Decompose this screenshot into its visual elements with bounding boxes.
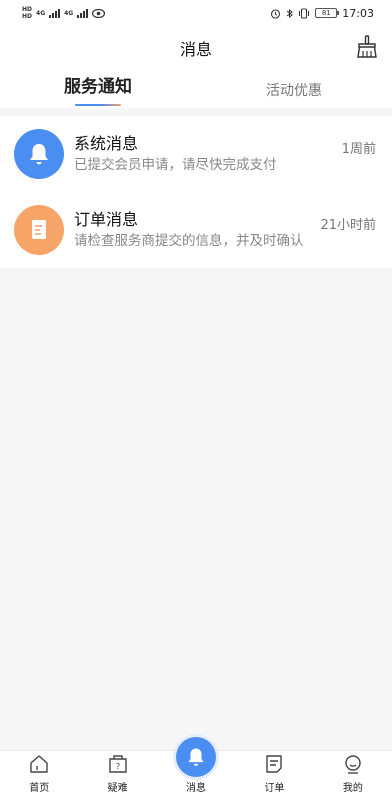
nav-label: 首页 (29, 783, 50, 794)
message-time: 1周前 (341, 142, 376, 157)
status-bar: HD HD 4G 4G 81 17:03 (0, 0, 392, 26)
question-box-icon: ? (108, 755, 127, 773)
status-left: HD HD 4G 4G (22, 6, 106, 20)
battery-icon: 81 (315, 8, 340, 18)
alarm-icon (271, 8, 281, 19)
nav-item-orders[interactable]: 订单 (235, 751, 313, 800)
message-preview: 已提交会员申请，请尽快完成支付 (74, 157, 277, 173)
hd-indicators: HD HD (22, 6, 32, 20)
status-right: 81 17:03 (270, 7, 374, 20)
profile-icon (345, 755, 361, 774)
battery-level: 81 (321, 9, 331, 17)
list-item-order-message[interactable]: 订单消息 请检查服务商提交的信息，并及时确认 21小时前 (0, 192, 392, 268)
status-time: 17:03 (342, 6, 374, 20)
signal-icon (49, 8, 61, 18)
order-message-avatar (14, 205, 64, 255)
active-nav-circle (176, 737, 217, 777)
nav-label: 消息 (186, 783, 207, 794)
nav-item-messages[interactable]: 消息 (157, 737, 235, 800)
eye-icon (92, 8, 106, 18)
message-time: 21小时前 (320, 218, 376, 233)
bell-icon (30, 144, 48, 165)
vibrate-icon (299, 8, 310, 18)
document-icon (32, 220, 46, 239)
nav-label: 我的 (342, 783, 363, 794)
svg-text:?: ? (115, 762, 119, 771)
hd-label-2: HD (22, 13, 33, 20)
broom-clean-icon (357, 35, 377, 58)
nav-item-questions[interactable]: ? 疑难 (78, 751, 156, 800)
message-preview: 请检查服务商提交的信息，并及时确认 (74, 233, 304, 249)
bell-icon (188, 748, 204, 766)
active-tab-indicator (75, 104, 121, 106)
message-tabs: 服务通知 活动优惠 (0, 70, 392, 108)
tab-label: 服务通知 (64, 77, 132, 97)
app-header: 消息 (0, 26, 392, 70)
tab-service-notice[interactable]: 服务通知 (0, 70, 196, 108)
nav-label: 订单 (264, 783, 285, 794)
network-label-2: 4G (64, 9, 74, 17)
tab-label: 活动优惠 (266, 83, 322, 99)
bottom-nav: 首页 ? 疑难 消息 订单 我的 (0, 737, 392, 800)
hd-label-1: HD (22, 6, 33, 13)
nav-item-home[interactable]: 首页 (0, 751, 78, 800)
signal-icon-2 (77, 8, 89, 18)
clear-messages-button[interactable] (354, 34, 380, 60)
nav-label: 疑难 (107, 783, 128, 794)
nav-item-profile[interactable]: 我的 (314, 751, 392, 800)
list-item-system-message[interactable]: 系统消息 已提交会员申请，请尽快完成支付 1周前 (0, 116, 392, 192)
network-label-1: 4G (36, 9, 46, 17)
order-icon (266, 755, 283, 773)
bluetooth-icon (286, 8, 294, 18)
tab-promotions[interactable]: 活动优惠 (196, 70, 392, 108)
message-list: 系统消息 已提交会员申请，请尽快完成支付 1周前 订单消息 请检查服务商提交的信… (0, 116, 392, 268)
page-title: 消息 (179, 40, 212, 59)
home-icon (30, 755, 48, 773)
system-message-avatar (14, 129, 64, 179)
